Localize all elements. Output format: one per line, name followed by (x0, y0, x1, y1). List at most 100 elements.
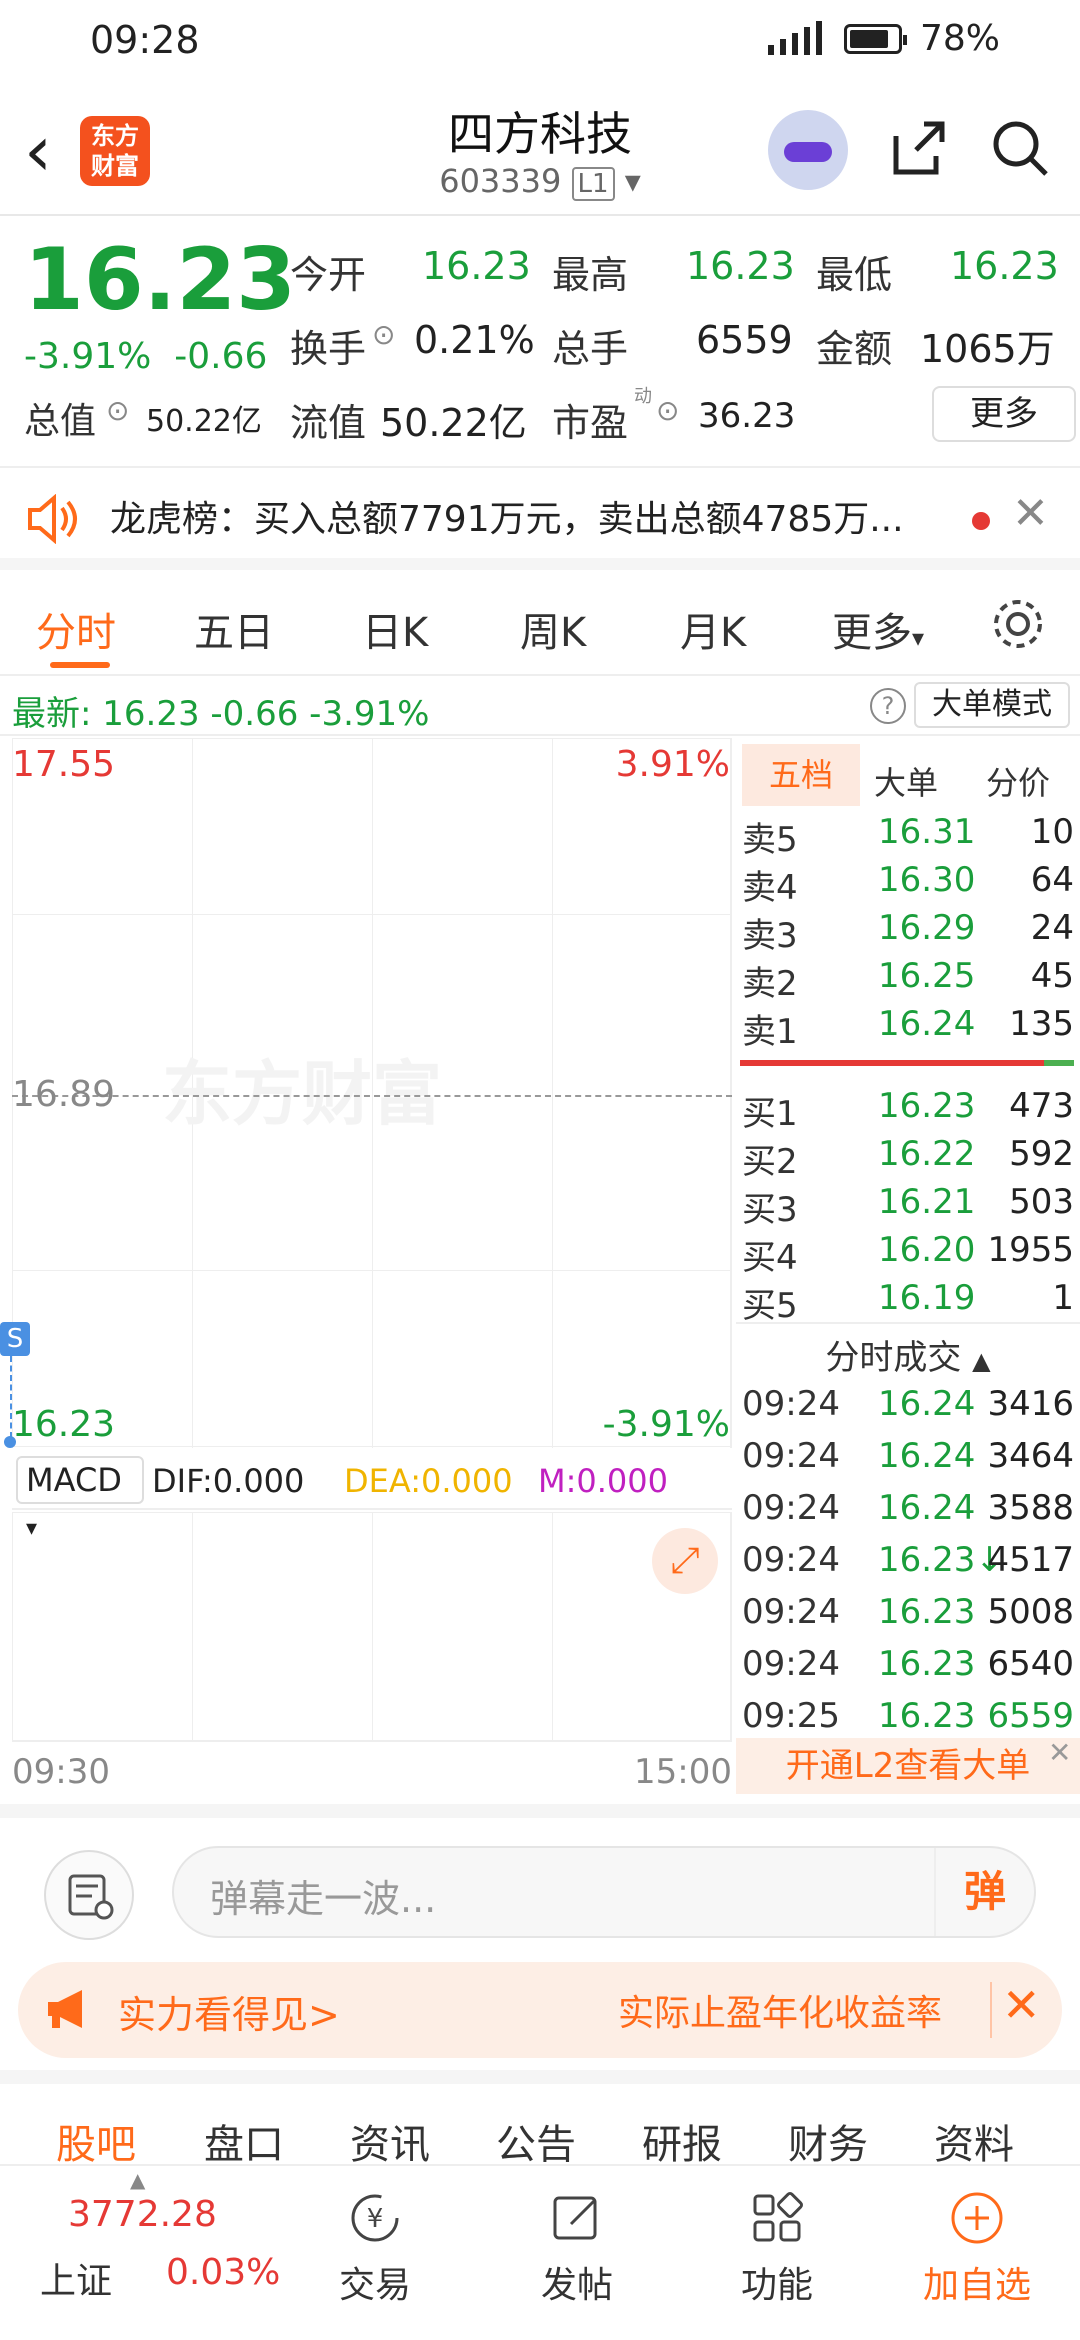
message-settings-icon[interactable] (44, 1850, 134, 1940)
tab-big-order[interactable]: 大单 (874, 758, 938, 804)
close-icon[interactable]: ✕ (1012, 488, 1049, 539)
tab-monthly-k[interactable]: 月K (680, 600, 746, 658)
low-pct-label: -3.91% (602, 1404, 730, 1445)
s-marker[interactable]: S (0, 1322, 30, 1356)
speaker-icon (28, 494, 77, 544)
battery-level: 78% (919, 18, 1000, 59)
book-divider (736, 1322, 1080, 1324)
pe-dynamic-sup: 动 (634, 386, 652, 407)
tab-research[interactable]: 研报 (642, 2112, 722, 2170)
chevron-down-icon: ▾ (912, 624, 925, 652)
latest-text: 最新: 16.23 -0.66 -3.91% (12, 694, 430, 734)
quote-panel: 16.23 -3.91% -0.66 今开 16.23 最高 16.23 最低 … (0, 216, 1080, 466)
notice-text: 龙虎榜：买入总额7791万元，卖出总额4785万... (110, 499, 904, 540)
tab-weekly-k[interactable]: 周K (520, 600, 586, 658)
l2-upgrade-banner[interactable]: 开通L2查看大单 (736, 1738, 1080, 1794)
time-start: 09:30 (12, 1752, 110, 1792)
tab-pankou[interactable]: 盘口 (204, 2112, 284, 2170)
bid-row: 买2 16.22 592 (742, 1134, 1074, 1182)
trade-row: 09:24 16.23 6540 (742, 1644, 1074, 1684)
search-icon[interactable] (988, 116, 1052, 180)
indicator-select[interactable]: MACD ▾ (16, 1456, 144, 1541)
expand-icon[interactable]: ⤢ (652, 1528, 718, 1594)
chart-tabs: 分时 五日 日K 周K 月K 更多▾ (0, 580, 1080, 676)
info-icon[interactable]: ⊙ (372, 318, 395, 351)
tab-profile[interactable]: 资料 (934, 2112, 1014, 2170)
index-widget[interactable]: 3772.28 上证 0.03% (0, 2166, 300, 2336)
tab-more[interactable]: 更多▾ (832, 600, 924, 658)
grid-line (12, 1512, 732, 1513)
high-value: 16.23 (686, 244, 795, 288)
ask-row: 卖3 16.29 24 (742, 908, 1074, 956)
promo-divider (990, 1982, 992, 2038)
trades-title[interactable]: 分时成交 ▲ (736, 1330, 1080, 1379)
status-time: 09:28 (90, 18, 200, 62)
amount-label: 金额 (816, 327, 893, 371)
signal-icon (767, 20, 822, 55)
tab-level5[interactable]: 五档 (742, 744, 860, 806)
bid-row: 买3 16.21 503 (742, 1182, 1074, 1230)
bid-ratio-bar (1044, 1060, 1074, 1066)
big-order-mode-button[interactable]: 大单模式 (914, 682, 1070, 728)
nav-add-watchlist[interactable]: 加自选 (912, 2190, 1042, 2308)
ask-row: 卖5 16.31 10 (742, 812, 1074, 860)
more-button[interactable]: 更多 (932, 386, 1076, 442)
tab-guba[interactable]: 股吧 (56, 2112, 136, 2170)
mcap-value: 50.22亿 (146, 404, 262, 439)
grid-line (552, 1512, 553, 1742)
gear-icon[interactable] (990, 596, 1046, 652)
ask-ratio-bar (740, 1060, 1074, 1066)
bid-row: 买5 16.19 1 (742, 1278, 1074, 1326)
tab-price-volume[interactable]: 分价 (986, 758, 1050, 804)
turnover-label: 换手 (290, 327, 367, 371)
nav-function[interactable]: 功能 (712, 2190, 842, 2308)
amount-value: 1065万 (920, 327, 1055, 371)
promo-right-text: 实际止盈年化收益率 (618, 1993, 943, 2034)
price-change: -3.91% -0.66 (24, 336, 268, 377)
mcap-label: 总值 (24, 401, 97, 442)
mid-price-label: 16.89 (12, 1074, 116, 1115)
close-icon[interactable]: ✕ (1048, 1736, 1071, 1769)
dragon-tiger-notice[interactable]: 龙虎榜：买入总额7791万元，卖出总额4785万... ✕ (0, 466, 1080, 570)
tab-news[interactable]: 资讯 (350, 2112, 430, 2170)
robot-avatar[interactable] (768, 110, 848, 190)
tab-five-day[interactable]: 五日 (194, 600, 274, 658)
chevron-down-icon: ▾ (624, 162, 641, 200)
promo-banner[interactable]: 实力看得见> 实际止盈年化收益率 ✕ (18, 1962, 1062, 2058)
order-book: 五档 大单 分价 卖5 16.31 10 卖4 16.30 64 卖3 16.29 24 卖… (736, 740, 1080, 1800)
high-price-label: 17.55 (12, 744, 116, 785)
tab-finance[interactable]: 财务 (788, 2112, 868, 2170)
intraday-chart[interactable]: 东方财富 17.55 3.91% 16.89 16.23 -3.91% S (0, 738, 732, 1448)
tab-daily-k[interactable]: 日K (362, 600, 428, 658)
info-icon[interactable]: ⊙ (656, 394, 679, 427)
bid-row: 买1 16.23 473 (742, 1086, 1074, 1134)
macd-chart[interactable]: ⤢ (12, 1512, 732, 1742)
nav-post[interactable]: 发帖 (512, 2190, 642, 2308)
pe-label: 市盈 (552, 401, 629, 445)
megaphone-icon (48, 1990, 82, 2028)
marker-line (10, 1356, 12, 1438)
trade-row: 09:24 16.24 3416 (742, 1384, 1074, 1424)
time-end: 15:00 (634, 1752, 732, 1792)
high-label: 最高 (552, 253, 629, 297)
nav-trade[interactable]: ¥ 交易 (310, 2190, 440, 2308)
danmu-input[interactable]: 弹幕走一波... 弹 (172, 1846, 1036, 1938)
tab-announcement[interactable]: 公告 (496, 2112, 576, 2170)
watermark: 东方财富 (162, 1053, 442, 1135)
volume-label: 总手 (552, 327, 629, 371)
share-icon[interactable] (886, 116, 950, 180)
info-icon[interactable]: ⊙ (106, 394, 129, 427)
danmu-button[interactable]: 弹 (934, 1848, 1034, 1936)
tab-intraday[interactable]: 分时 (36, 600, 116, 658)
pe-value: 36.23 (698, 396, 796, 436)
chevron-up-icon: ▲ (972, 1347, 991, 1375)
help-icon[interactable]: ? (870, 688, 906, 724)
turnover-value: 0.21% (414, 318, 535, 362)
grid-icon (753, 2192, 803, 2242)
promo-left-text: 实力看得见> (118, 1993, 340, 2037)
svg-text:¥: ¥ (367, 2204, 384, 2234)
plus-icon (951, 2192, 1003, 2244)
close-icon[interactable]: ✕ (1002, 1978, 1041, 2032)
danmu-placeholder: 弹幕走一波... (210, 1877, 437, 1921)
ask-row: 卖4 16.30 64 (742, 860, 1074, 908)
